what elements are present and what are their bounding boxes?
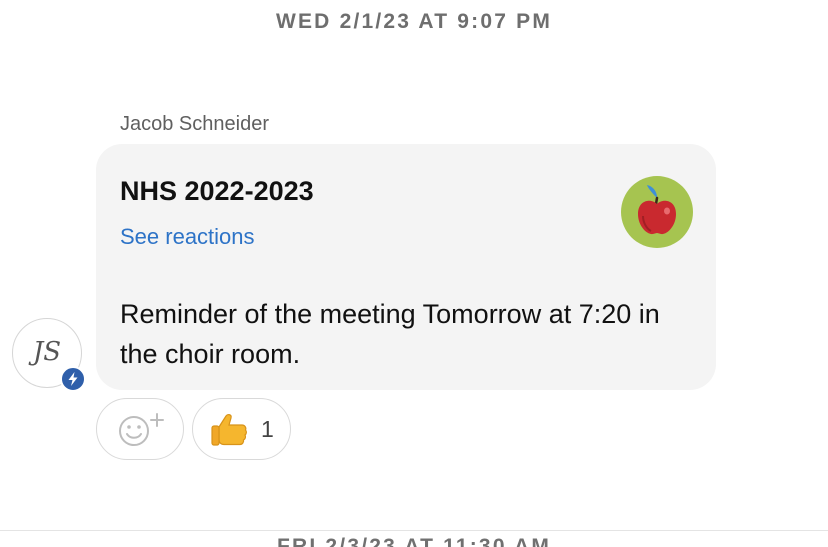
group-avatar [621,176,693,248]
reaction-count: 1 [261,416,274,442]
date-header: WED 2/1/23 AT 9:07 PM [275,10,553,33]
message-bubble[interactable]: NHS 2022-2023 See reactions Reminder of … [96,144,716,390]
sender-name: Jacob Schneider [120,113,269,135]
poll-title: NHS 2022-2023 [120,176,314,206]
next-date-header: FRI 2/3/23 AT 11:30 AM [276,535,552,547]
lightning-bolt-icon [68,372,78,386]
message-body: Reminder of the meeting Tomorrow at 7:20… [120,299,660,369]
thumbs-up-reaction[interactable]: 1 [192,398,291,460]
sender-initials: JS [32,337,62,367]
thumbs-up-icon [211,414,247,446]
apple-icon [638,185,676,235]
sender-badge [60,366,86,392]
sender-avatar[interactable]: JS [12,318,86,392]
see-reactions-link[interactable]: See reactions [120,224,255,250]
add-reaction-button[interactable] [96,398,184,460]
chat-transcript: WED 2/1/23 AT 9:07 PM Jacob Schneider NH… [0,0,828,547]
add-emoji-icon [119,413,164,446]
